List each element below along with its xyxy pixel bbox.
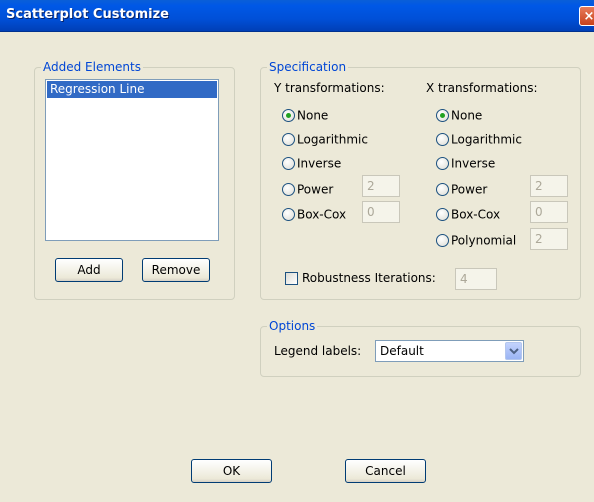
y-radio-none[interactable]: None	[282, 106, 328, 124]
added-elements-legend: Added Elements	[43, 60, 141, 74]
ok-button[interactable]: OK	[191, 459, 272, 483]
x-radio-box-cox[interactable]: Box-Cox	[436, 205, 500, 223]
y-transformations-heading: Y transformations:	[274, 81, 385, 95]
title-bar: Scatterplot Customize ×	[0, 0, 594, 32]
radio-icon	[282, 183, 295, 196]
radio-icon	[282, 208, 295, 221]
specification-legend: Specification	[269, 60, 347, 74]
radio-icon	[282, 109, 295, 122]
x-radio-inverse[interactable]: Inverse	[436, 154, 495, 172]
close-button[interactable]: ×	[579, 6, 594, 26]
x-transformations-heading: X transformations:	[426, 81, 538, 95]
y-radio-power[interactable]: Power	[282, 180, 333, 198]
x-radio-polynomial[interactable]: Polynomial	[436, 231, 516, 249]
close-icon: ×	[583, 9, 594, 24]
options-legend: Options	[269, 319, 316, 333]
radio-icon	[436, 234, 449, 247]
radio-icon	[436, 183, 449, 196]
cancel-button[interactable]: Cancel	[345, 459, 426, 483]
radio-icon	[436, 109, 449, 122]
x-radio-power[interactable]: Power	[436, 180, 487, 198]
added-elements-list[interactable]: Regression Line	[45, 79, 219, 241]
robustness-checkbox[interactable]	[285, 272, 298, 285]
legend-labels-select[interactable]: Default	[375, 340, 524, 362]
dropdown-button[interactable]	[505, 342, 522, 360]
y-power-input[interactable]: 2	[362, 175, 400, 197]
x-box-cox-input[interactable]: 0	[530, 201, 568, 223]
remove-button[interactable]: Remove	[142, 258, 210, 282]
radio-icon	[436, 157, 449, 170]
list-item[interactable]: Regression Line	[47, 81, 217, 98]
x-polynomial-input[interactable]: 2	[530, 228, 568, 250]
chevron-down-icon	[509, 348, 519, 355]
robustness-label: Robustness Iterations:	[302, 271, 436, 285]
radio-icon	[436, 208, 449, 221]
radio-icon	[282, 157, 295, 170]
window-title: Scatterplot Customize	[6, 7, 169, 22]
x-power-input[interactable]: 2	[530, 175, 568, 197]
legend-labels-value: Default	[380, 344, 424, 358]
robustness-input[interactable]: 4	[455, 268, 497, 290]
x-radio-logarithmic[interactable]: Logarithmic	[436, 130, 522, 148]
add-button[interactable]: Add	[55, 258, 123, 282]
y-radio-logarithmic[interactable]: Logarithmic	[282, 130, 368, 148]
radio-icon	[282, 133, 295, 146]
x-radio-none[interactable]: None	[436, 106, 482, 124]
y-box-cox-input[interactable]: 0	[362, 201, 400, 223]
y-radio-inverse[interactable]: Inverse	[282, 154, 341, 172]
legend-labels-label: Legend labels:	[274, 344, 362, 358]
y-radio-box-cox[interactable]: Box-Cox	[282, 205, 346, 223]
radio-icon	[436, 133, 449, 146]
